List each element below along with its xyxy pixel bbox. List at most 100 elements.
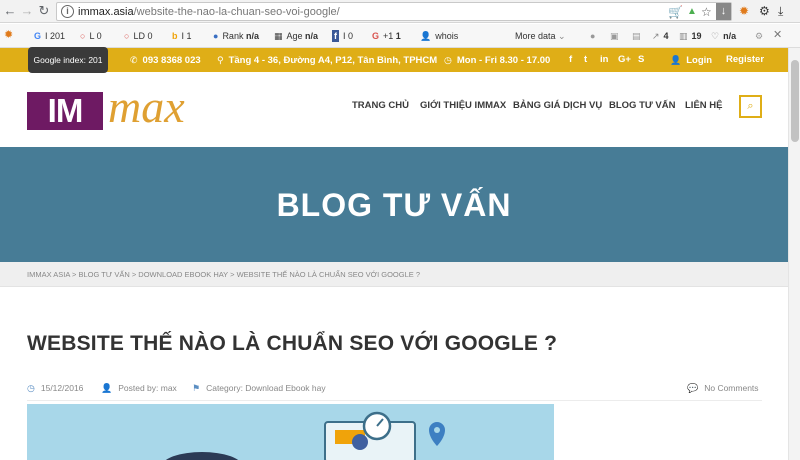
facebook-icon: f	[332, 30, 339, 42]
more-data-label: More data	[515, 31, 556, 41]
bing-index-value: I 1	[181, 31, 192, 41]
facebook-item[interactable]: fI 0	[332, 30, 353, 42]
phone-contact[interactable]: ✆ 093 8368 023	[130, 54, 201, 67]
stat-a-value: 4	[663, 31, 669, 41]
gplus-icon: G	[372, 31, 380, 41]
post-meta: ◷ 15/12/2016 👤 Posted by: max ⚑ Category: D…	[27, 375, 762, 401]
linking-domains-value: LD 0	[133, 31, 153, 41]
close-icon[interactable]: ✕	[773, 29, 782, 41]
chart-icon: ▥	[679, 31, 688, 41]
logo-mark[interactable]: IM	[27, 92, 103, 130]
cart-icon[interactable]: 🛒	[668, 4, 683, 20]
address-contact: ⚲ Tầng 4 - 36, Đường A4, P12, Tân Bình, T…	[217, 54, 437, 67]
post-category[interactable]: ⚑ Category: Download Ebook hay	[192, 383, 326, 394]
stat-c-item[interactable]: ♡ n/a	[711, 30, 736, 42]
google-index-item[interactable]: GI 201	[34, 30, 65, 42]
chevron-down-icon: ⌄	[558, 31, 566, 41]
twitter-social-icon[interactable]: t	[584, 54, 587, 66]
menu-item-home[interactable]: TRANG CHỦ	[352, 100, 409, 112]
post-author-value: Posted by: max	[118, 383, 177, 393]
diagnosis-icon[interactable]: ▣	[610, 30, 619, 42]
scrollbar-thumb[interactable]	[791, 60, 799, 142]
age-label: Age	[286, 31, 303, 41]
link-icon: ↗	[652, 31, 660, 41]
settings-icon[interactable]: ⚙	[759, 3, 770, 19]
linking-domains-item[interactable]: ○ LD 0	[124, 30, 152, 42]
banner-title: BLOG TƯ VẤN	[276, 187, 512, 223]
download-icon[interactable]: ⤓	[778, 3, 783, 19]
menu-item-pricing[interactable]: BẢNG GIÁ DỊCH VỤ	[513, 100, 602, 112]
menu-item-blog[interactable]: BLOG TƯ VẤN	[609, 100, 675, 112]
seo-toolbar: ✹ GI 201 ○ L 0 ○ LD 0 bI 1 ● Rank n/a ▦ Age …	[0, 24, 800, 48]
toolbar-settings-icon[interactable]: ⚙	[755, 30, 763, 42]
site-info-icon[interactable]: i	[61, 5, 74, 18]
gplus-item[interactable]: G +1 1	[372, 30, 401, 42]
rank-value: n/a	[245, 31, 259, 41]
bing-icon: b	[172, 31, 178, 41]
phone-number: 093 8368 023	[142, 55, 201, 66]
address-bar[interactable]: i immax.asia/website-the-nao-la-chuan-se…	[56, 2, 732, 21]
links-item[interactable]: ○ L 0	[80, 30, 102, 42]
featured-image[interactable]	[27, 404, 554, 460]
address-text: Tầng 4 - 36, Đường A4, P12, Tân Bình, TP…	[228, 55, 438, 66]
gear-extension-icon[interactable]: ✹	[739, 3, 749, 19]
user-icon: 👤	[101, 383, 113, 393]
facebook-social-icon[interactable]: f	[569, 54, 572, 66]
menu-item-about[interactable]: GIỚI THIỆU IMMAX	[420, 100, 506, 112]
breadcrumb-text[interactable]: IMMAX ASIA > BLOG TƯ VẤN > DOWNLOAD EBOO…	[27, 270, 420, 279]
globe-icon: ●	[213, 31, 219, 41]
info-icon[interactable]: ●	[590, 30, 595, 42]
calendar-icon: ▦	[274, 31, 283, 41]
search-button[interactable]: ⌕	[739, 95, 762, 118]
seoquake-logo-icon[interactable]: ✹	[4, 29, 13, 41]
gplus-label: +1	[383, 31, 394, 41]
links-icon: ○	[80, 31, 86, 41]
google-icon: G	[34, 31, 42, 41]
site-header: IM max TRANG CHỦ GIỚI THIỆU IMMAX BẢNG G…	[0, 72, 800, 147]
density-icon[interactable]: ▤	[632, 30, 641, 42]
user-icon: 👤	[420, 31, 432, 41]
heart-icon: ♡	[711, 31, 720, 41]
stat-a-item[interactable]: ↗ 4	[652, 30, 669, 42]
whois-label: whois	[435, 31, 459, 41]
clock-icon: ◷	[444, 55, 452, 65]
googleplus-social-icon[interactable]: G+	[618, 54, 631, 66]
site-top-bar: ✆ 093 8368 023 ⚲ Tầng 4 - 36, Đường A4, P1…	[0, 48, 800, 72]
post-comments[interactable]: 💬 No Comments	[687, 383, 759, 394]
whois-item[interactable]: 👤 whois	[420, 30, 458, 42]
register-link[interactable]: Register	[726, 54, 764, 66]
post-title: WEBSITE THẾ NÀO LÀ CHUẨN SEO VỚI GOOGLE …	[27, 332, 558, 355]
bing-index-item[interactable]: bI 1	[172, 30, 192, 42]
post-date-value: 15/12/2016	[40, 383, 84, 393]
page-scrollbar[interactable]	[788, 48, 800, 460]
skype-social-icon[interactable]: S	[638, 54, 644, 66]
logo-text[interactable]: max	[108, 82, 185, 132]
login-label: Login	[686, 55, 713, 66]
clock-icon: ◷	[27, 383, 35, 393]
url-path: /website-the-nao-la-chuan-seo-voi-google…	[133, 6, 340, 18]
page-banner: BLOG TƯ VẤN	[0, 147, 800, 262]
url-text: immax.asia/website-the-nao-la-chuan-seo-…	[78, 6, 340, 18]
bookmark-star-icon[interactable]: ☆	[701, 4, 712, 20]
login-link[interactable]: 👤 Login	[670, 54, 712, 67]
hours-text: Mon - Fri 8.30 - 17.00	[456, 55, 551, 66]
more-data-dropdown[interactable]: More data ⌄	[515, 30, 566, 42]
stat-b-item[interactable]: ▥ 19	[679, 30, 702, 42]
rank-label: Rank	[222, 31, 244, 41]
menu-item-contact[interactable]: LIÊN HỆ	[685, 100, 722, 112]
linkedin-social-icon[interactable]: in	[600, 54, 608, 66]
gplus-value: 1	[395, 31, 401, 41]
stat-c-value: n/a	[723, 31, 737, 41]
hours-contact: ◷ Mon - Fri 8.30 - 17.00	[444, 54, 550, 67]
seo-extension-icon[interactable]: ▲	[687, 4, 697, 20]
back-icon[interactable]: ←	[2, 3, 18, 19]
google-index-value: I 201	[45, 31, 66, 41]
url-domain: immax.asia	[78, 6, 134, 18]
forward-icon[interactable]: →	[19, 3, 35, 19]
download-extension-icon[interactable]: ↓	[716, 3, 731, 20]
age-item[interactable]: ▦ Age n/a	[274, 30, 318, 42]
search-icon: ⌕	[747, 100, 754, 112]
rank-item[interactable]: ● Rank n/a	[213, 30, 259, 42]
post-author[interactable]: 👤 Posted by: max	[101, 383, 177, 394]
reload-icon[interactable]: ↻	[36, 3, 52, 19]
